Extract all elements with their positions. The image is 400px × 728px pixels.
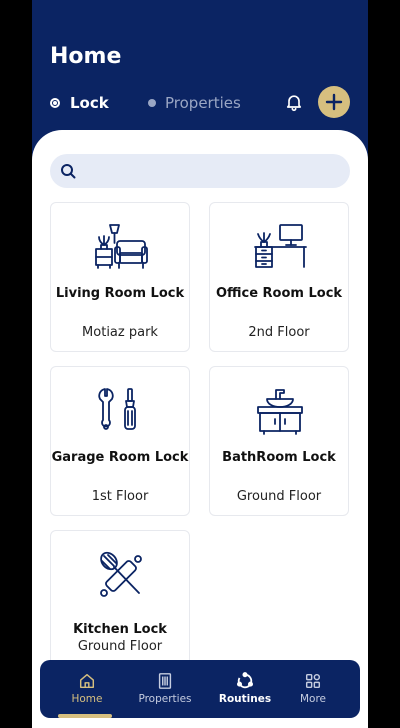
tab-lock[interactable]: Lock	[50, 94, 109, 112]
bathroom-sink-icon	[257, 389, 303, 435]
lock-card-garage-room[interactable]: Garage Room Lock 1st Floor	[50, 366, 190, 516]
card-location: Ground Floor	[236, 489, 322, 504]
plus-icon	[325, 93, 343, 111]
nav-more-label: More	[299, 693, 327, 705]
nav-routines[interactable]: Routines	[210, 660, 280, 718]
nav-home[interactable]: Home	[52, 660, 122, 718]
content-panel: Living Room Lock Motiaz park Office Room	[32, 130, 368, 728]
home-icon	[79, 673, 95, 689]
nav-properties-label: Properties	[138, 693, 192, 705]
living-room-icon	[95, 224, 148, 269]
nav-routines-label: Routines	[218, 693, 272, 705]
building-icon	[158, 673, 172, 689]
tab-properties[interactable]: Properties	[148, 94, 241, 112]
page-title: Home	[50, 44, 122, 69]
routines-icon	[236, 672, 254, 689]
lock-card-kitchen[interactable]: Kitchen Lock Ground Floor	[50, 530, 190, 680]
radio-selected-icon	[50, 98, 60, 108]
lock-card-office-room[interactable]: Office Room Lock 2nd Floor	[209, 202, 349, 352]
bottom-nav: Home Properties Routines More	[40, 660, 360, 718]
lock-card-living-room[interactable]: Living Room Lock Motiaz park	[50, 202, 190, 352]
kitchen-utensils-icon	[100, 551, 142, 597]
nav-more[interactable]: More	[278, 660, 348, 718]
card-location: 2nd Floor	[248, 325, 310, 340]
phone-screen: Home Lock Properties Living Room Lock Mo…	[32, 0, 368, 728]
search-icon	[61, 164, 76, 179]
nav-properties[interactable]: Properties	[130, 660, 200, 718]
card-location: Ground Floor	[77, 639, 163, 654]
card-title: Living Room Lock	[55, 286, 185, 301]
lock-card-bathroom[interactable]: BathRoom Lock Ground Floor	[209, 366, 349, 516]
card-title: BathRoom Lock	[222, 450, 336, 465]
tools-icon	[98, 388, 136, 430]
card-title: Office Room Lock	[215, 286, 343, 301]
card-location: Motiaz park	[82, 325, 158, 340]
add-button[interactable]	[318, 86, 350, 118]
nav-home-label: Home	[71, 693, 103, 705]
dot-icon	[148, 99, 156, 107]
office-desk-icon	[254, 224, 307, 268]
grid-icon	[305, 673, 321, 689]
bell-icon[interactable]	[284, 92, 304, 112]
tab-lock-label: Lock	[70, 94, 109, 112]
tab-properties-label: Properties	[165, 94, 241, 112]
card-title: Kitchen Lock	[73, 622, 167, 637]
card-location: 1st Floor	[91, 489, 149, 504]
active-tab-indicator	[58, 714, 112, 718]
card-title: Garage Room Lock	[51, 450, 189, 465]
search-input[interactable]	[50, 154, 350, 188]
